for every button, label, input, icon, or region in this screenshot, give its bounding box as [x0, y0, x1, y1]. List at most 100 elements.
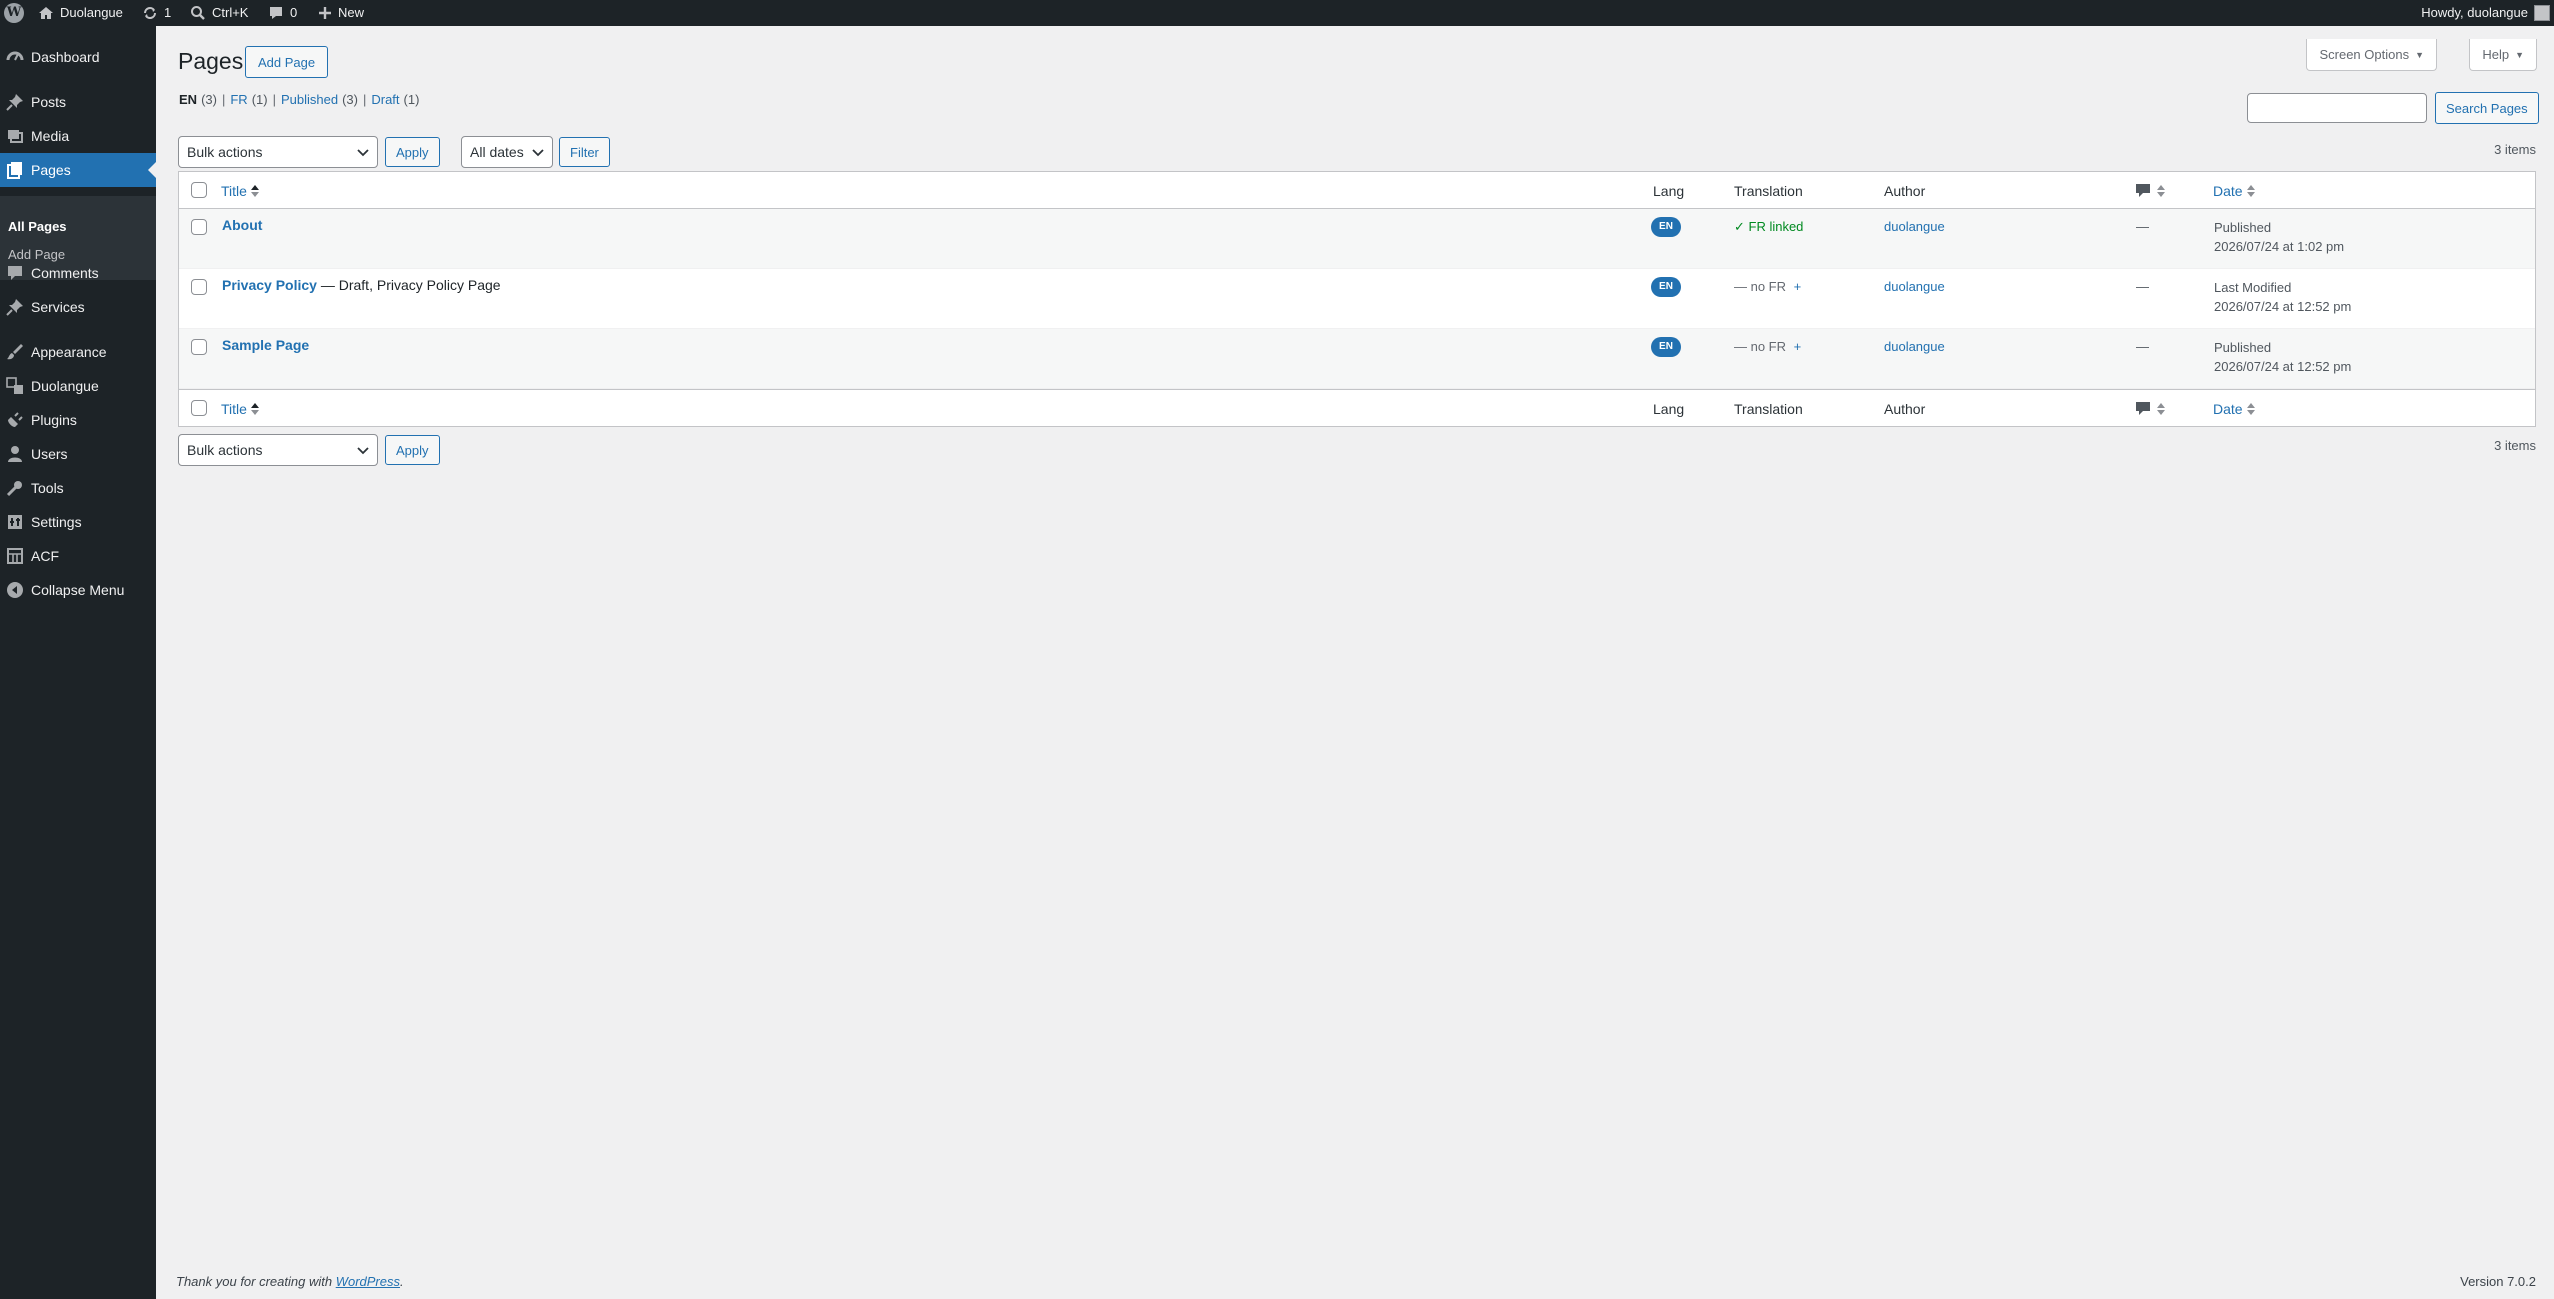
column-comments[interactable] [2135, 400, 2165, 419]
site-name-link[interactable]: Duolangue [38, 0, 123, 26]
home-icon [38, 5, 54, 21]
date-status: Last Modified [2214, 280, 2292, 295]
wordpress-logo-icon[interactable]: W [4, 3, 24, 23]
page-title: Pages [178, 48, 244, 74]
pages-table: Title Lang Translation Author Date About… [178, 171, 2536, 427]
add-translation-link[interactable]: + [1794, 339, 1802, 354]
translation-cell: — no FR + [1734, 279, 1801, 294]
new-content-link[interactable]: New [318, 0, 364, 26]
bulk-actions-select-bottom[interactable]: Bulk actions [178, 434, 378, 466]
translation-cell: ✓ FR linked [1734, 219, 1803, 235]
view-separator: | [221, 92, 226, 107]
updates-link[interactable]: 1 [142, 0, 171, 26]
row-checkbox[interactable] [191, 279, 207, 295]
row-checkbox[interactable] [191, 339, 207, 355]
column-author: Author [1884, 183, 1926, 199]
help-button[interactable]: Help ▼ [2469, 39, 2537, 71]
menu-item-acf[interactable]: ACF [0, 539, 156, 573]
author-link[interactable]: duolangue [1884, 339, 1945, 354]
lang-cell: EN [1651, 217, 1681, 237]
column-comments[interactable] [2135, 182, 2165, 201]
translation-status: — no FR [1734, 339, 1787, 354]
date-cell: Last Modified 2026/07/24 at 12:52 pm [2214, 278, 2351, 316]
page-title-link[interactable]: Privacy Policy [222, 277, 317, 293]
add-translation-link[interactable]: + [1794, 279, 1802, 294]
menu-item-collapse-menu[interactable]: Collapse Menu [0, 573, 156, 607]
select-all-checkbox[interactable] [191, 400, 207, 416]
row-checkbox[interactable] [191, 219, 207, 235]
grid-icon [5, 546, 25, 566]
plug-icon [5, 410, 25, 430]
menu-item-pages[interactable]: Pages [0, 153, 156, 187]
table-row: Sample Page EN — no FR + duolangue — Publishe… [179, 329, 2535, 389]
dashboard-icon [5, 47, 25, 67]
add-page-button[interactable]: Add Page [245, 46, 329, 78]
translation-icon [5, 376, 25, 396]
view-published[interactable]: Published (3) [281, 92, 358, 107]
menu-item-posts[interactable]: Posts [0, 85, 156, 119]
bulk-actions-select[interactable]: Bulk actions [178, 136, 378, 168]
select-all-checkbox[interactable] [191, 182, 207, 198]
apply-button-bottom[interactable]: Apply [385, 435, 440, 465]
column-date[interactable]: Date [2213, 183, 2255, 200]
menu-item-dashboard[interactable]: Dashboard [0, 40, 156, 74]
my-account-link[interactable]: Howdy, duolangue [2421, 0, 2550, 26]
menu-item-comments[interactable]: Comments [0, 256, 156, 290]
comment-icon [5, 263, 25, 283]
command-palette-link[interactable]: Ctrl+K [190, 0, 248, 26]
view-draft[interactable]: Draft (1) [371, 92, 419, 107]
settings-icon [5, 512, 25, 532]
date-cell: Published 2026/07/24 at 1:02 pm [2214, 218, 2344, 256]
user-icon [5, 444, 25, 464]
date-filter-select[interactable]: All dates [461, 136, 553, 168]
brush-icon [5, 342, 25, 362]
date-value: 2026/07/24 at 12:52 pm [2214, 359, 2352, 374]
search-pages-button[interactable]: Search Pages [2435, 92, 2539, 124]
column-lang: Lang [1653, 401, 1685, 417]
column-translation: Translation [1734, 401, 1803, 417]
menu-item-users[interactable]: Users [0, 437, 156, 471]
menu-item-tools[interactable]: Tools [0, 471, 156, 505]
sort-icon [250, 184, 259, 200]
apply-button[interactable]: Apply [385, 137, 440, 167]
column-title[interactable]: Title [221, 401, 259, 418]
triangle-down-icon: ▼ [2415, 49, 2424, 60]
menu-item-plugins[interactable]: Plugins [0, 403, 156, 437]
column-lang: Lang [1653, 183, 1685, 199]
comment-bubble-icon [2135, 400, 2151, 419]
date-cell: Published 2026/07/24 at 12:52 pm [2214, 338, 2351, 376]
author-link[interactable]: duolangue [1884, 279, 1945, 294]
menu-item-media[interactable]: Media [0, 119, 156, 153]
view-en[interactable]: EN (3) [179, 92, 217, 107]
column-translation: Translation [1734, 183, 1803, 199]
lang-badge: EN [1651, 217, 1681, 237]
wordpress-link[interactable]: WordPress [336, 1274, 400, 1289]
screen-options-button[interactable]: Screen Options ▼ [2306, 39, 2437, 71]
search-input[interactable] [2247, 93, 2427, 123]
menu-item-services[interactable]: Services [0, 290, 156, 324]
menu-item-duolangue[interactable]: Duolangue [0, 369, 156, 403]
view-separator: | [272, 92, 276, 107]
menu-item-settings[interactable]: Settings [0, 505, 156, 539]
column-author: Author [1884, 401, 1926, 417]
filter-button[interactable]: Filter [559, 137, 610, 167]
updates-icon [142, 5, 158, 21]
footer-version: Version 7.0.2 [2460, 1274, 2536, 1289]
submenu-all-pages[interactable]: All Pages [8, 219, 67, 234]
collapse-icon [5, 580, 25, 600]
author-link[interactable]: duolangue [1884, 219, 1945, 234]
pages-icon [5, 160, 25, 180]
sort-icon [2246, 402, 2255, 418]
column-title[interactable]: Title [221, 183, 259, 200]
date-value: 2026/07/24 at 1:02 pm [2214, 239, 2345, 254]
sort-icon [250, 402, 259, 418]
author-cell: duolangue [1884, 219, 1945, 234]
menu-item-appearance[interactable]: Appearance [0, 335, 156, 369]
comments-link[interactable]: 0 [268, 0, 297, 26]
page-title-link[interactable]: Sample Page [222, 337, 309, 353]
view-fr[interactable]: FR (1) [230, 92, 267, 107]
page-title-link[interactable]: About [222, 217, 262, 233]
avatar [2534, 5, 2550, 21]
column-date[interactable]: Date [2213, 401, 2255, 418]
triangle-down-icon: ▼ [2515, 49, 2524, 60]
